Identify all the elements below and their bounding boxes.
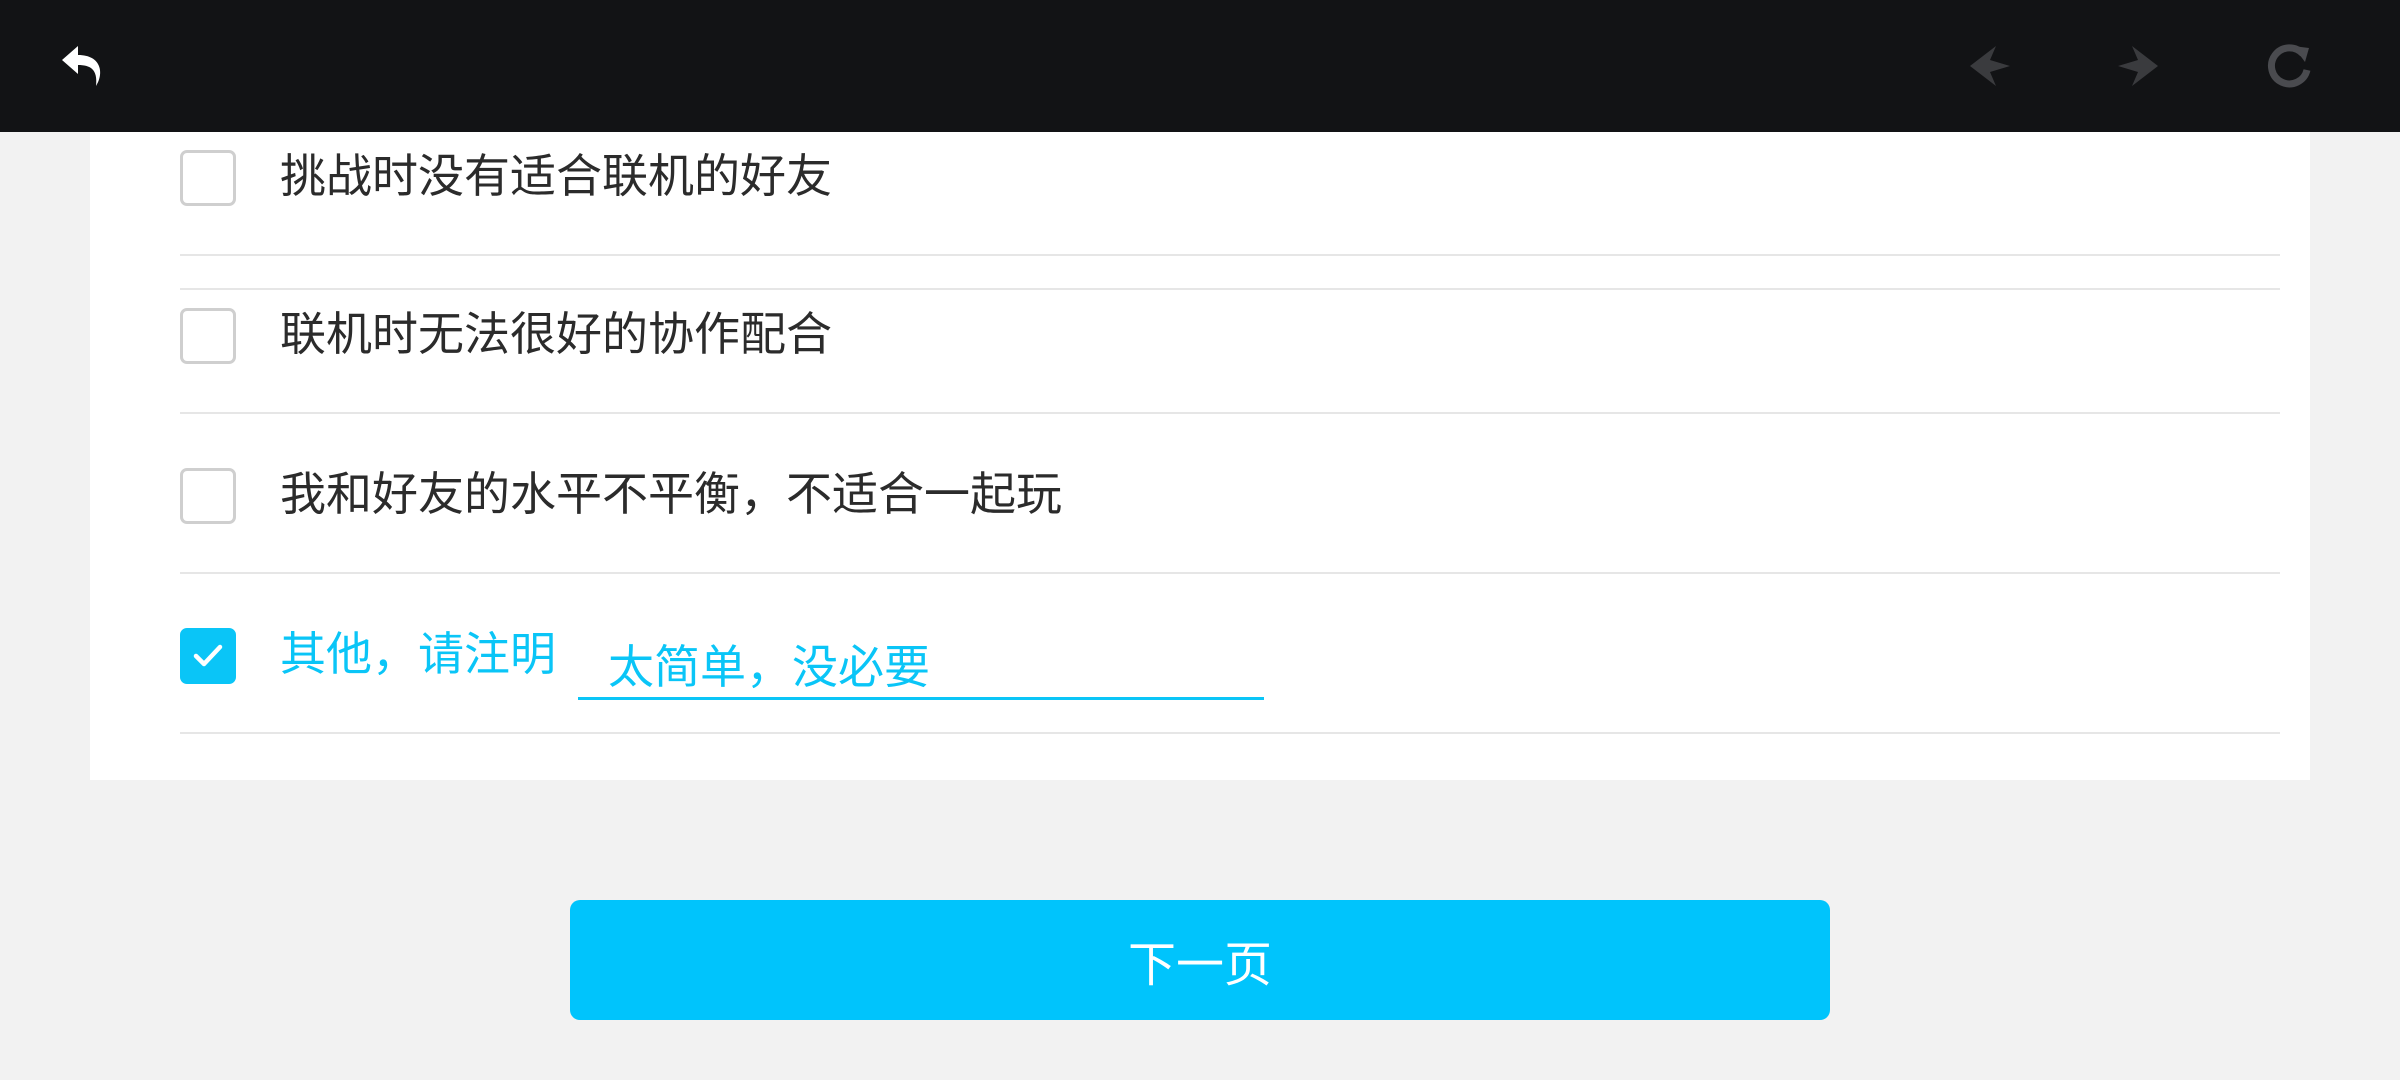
survey-card: 挑战时没有适合联机的好友 联机时无法很好的协作配合 我和好友的水平不平衡，不适合… — [90, 132, 2310, 780]
option-label-other: 其他，请注明 — [280, 627, 556, 681]
refresh-icon[interactable] — [2257, 34, 2321, 98]
checkbox[interactable] — [180, 468, 236, 524]
next-page-button[interactable]: 下一页 — [570, 900, 1830, 1020]
checkbox[interactable] — [180, 308, 236, 364]
checkbox-checked[interactable] — [180, 628, 236, 684]
prev-page-icon[interactable] — [1958, 34, 2022, 98]
option-label: 联机时无法很好的协作配合 — [280, 307, 832, 361]
back-arrow-icon[interactable] — [52, 34, 116, 98]
next-page-icon[interactable] — [2106, 34, 2170, 98]
option-divider — [180, 132, 2280, 256]
other-specify-input[interactable] — [578, 630, 1264, 700]
checkmark-icon — [193, 644, 223, 667]
top-toolbar — [0, 0, 2400, 132]
option-label: 我和好友的水平不平衡，不适合一起玩 — [280, 467, 1062, 521]
